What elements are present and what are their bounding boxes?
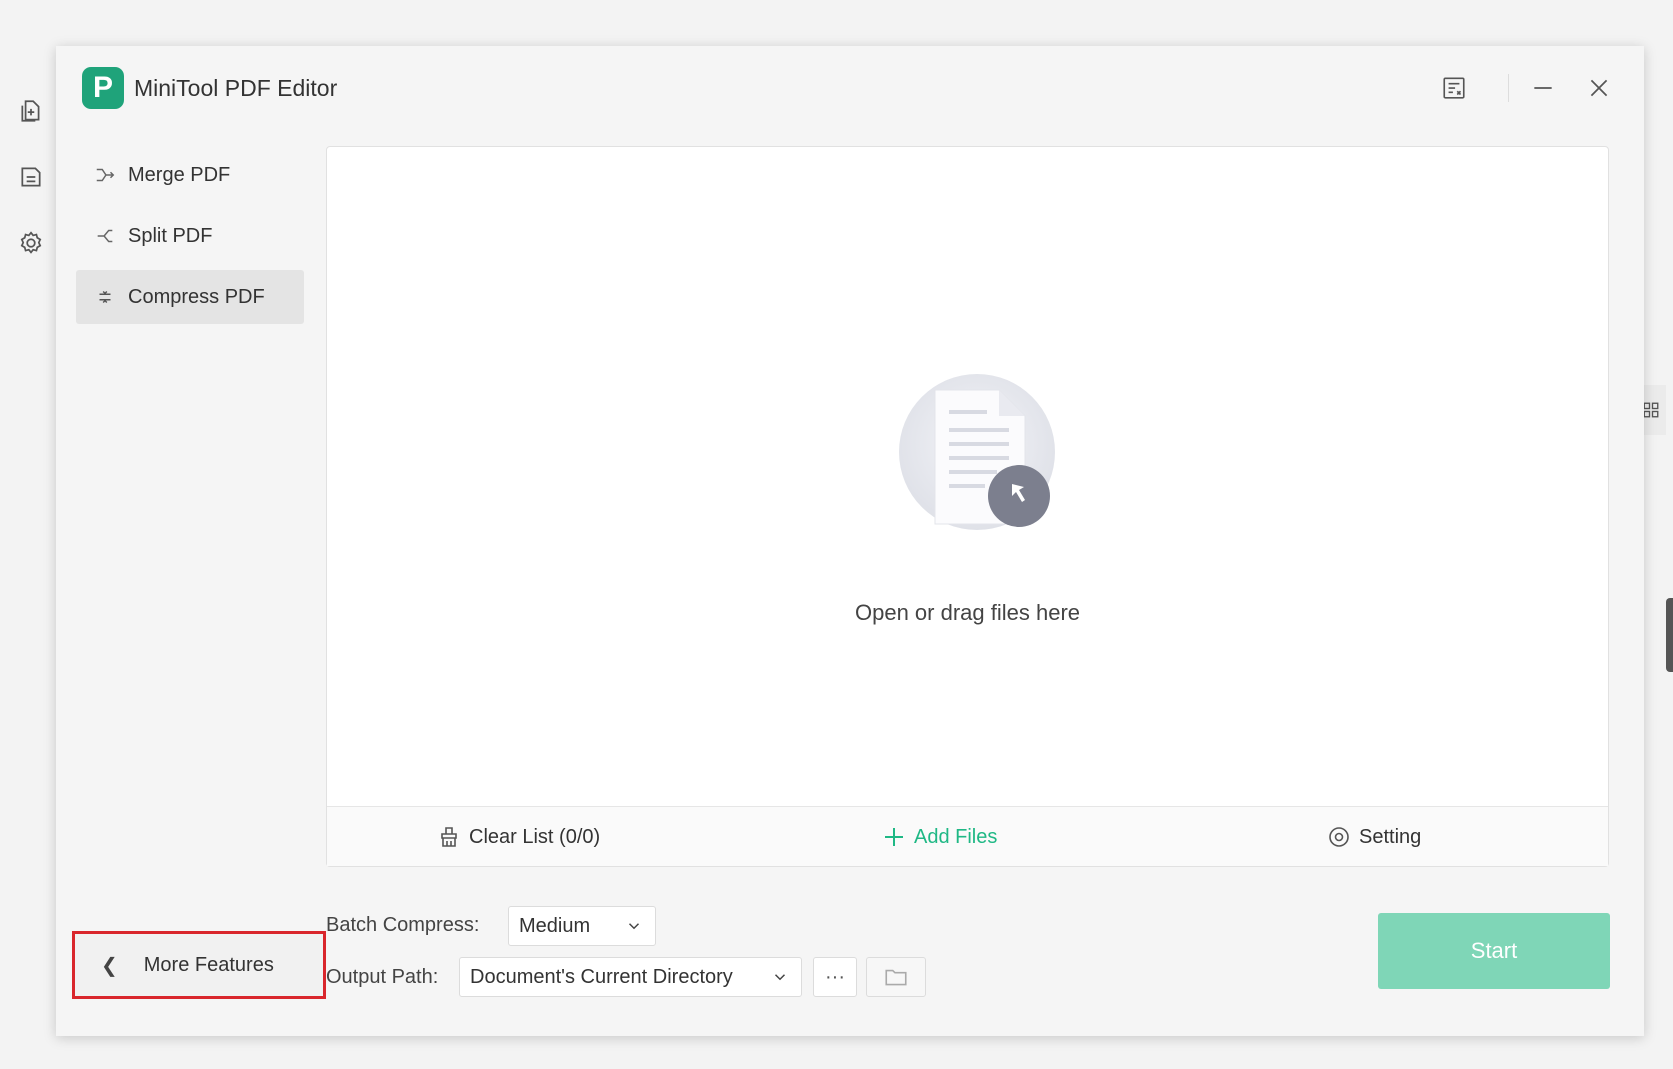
sidebar-item-label: Split PDF (128, 224, 213, 247)
chevron-left-icon: ❮ (101, 954, 118, 977)
drop-hint-text: Open or drag files here (854, 600, 1081, 625)
close-icon[interactable] (1581, 70, 1617, 106)
batch-compress-label: Batch Compress: (326, 914, 480, 936)
sidebar-item-split-pdf[interactable]: Split PDF (76, 209, 304, 263)
output-path-value: Document's Current Directory (470, 965, 733, 988)
compress-icon (92, 284, 118, 310)
batch-compress-select[interactable]: Medium (508, 906, 656, 946)
minimize-icon[interactable] (1525, 70, 1561, 106)
gear-icon (1329, 827, 1349, 847)
split-icon (92, 223, 118, 249)
settings-icon[interactable] (16, 228, 46, 258)
output-path-label: Output Path: (326, 966, 439, 988)
batch-compress-value: Medium (519, 914, 591, 937)
folder-icon[interactable] (16, 162, 46, 192)
chevron-down-icon (774, 974, 786, 981)
drop-zone[interactable]: Open or drag files here Clear List (0/0)… (326, 146, 1609, 867)
more-options-button[interactable]: ··· (813, 957, 857, 997)
ellipsis-icon: ··· (825, 965, 845, 988)
feedback-icon[interactable] (1436, 70, 1472, 106)
clear-list-button[interactable]: Clear List (0/0) (437, 807, 600, 867)
separator (1508, 74, 1509, 102)
compress-pdf-dialog: P MiniTool PDF Editor Merge PDF Split PD… (56, 46, 1644, 1036)
sidebar-item-label: Compress PDF (128, 285, 265, 308)
broom-icon (441, 827, 457, 847)
new-file-icon[interactable] (16, 96, 46, 126)
setting-button[interactable]: Setting (1327, 807, 1421, 867)
panel-toolbar: Clear List (0/0) Add Files Setting (327, 806, 1608, 866)
chevron-down-icon (628, 923, 640, 930)
more-features-button[interactable]: ❮ More Features (72, 931, 326, 999)
browse-folder-button[interactable] (866, 957, 926, 997)
merge-icon (92, 162, 118, 188)
sidebar-item-label: Merge PDF (128, 163, 231, 186)
app-logo: P (82, 67, 124, 109)
clear-list-label: Clear List (0/0) (469, 825, 601, 848)
file-upload-illustration (899, 374, 1055, 530)
add-files-button[interactable]: Add Files (882, 807, 997, 867)
more-features-label: More Features (143, 953, 274, 976)
plus-icon (885, 828, 903, 846)
title-bar: P MiniTool PDF Editor (56, 46, 1644, 130)
app-title: MiniTool PDF Editor (134, 75, 338, 101)
sidebar-item-compress-pdf[interactable]: Compress PDF (76, 270, 304, 324)
output-path-select[interactable]: Document's Current Directory (459, 957, 802, 997)
app-rail (0, 0, 56, 1069)
setting-label: Setting (1359, 825, 1422, 848)
app-logo-letter: P (92, 71, 113, 104)
folder-icon (885, 969, 907, 986)
start-button[interactable]: Start (1378, 913, 1610, 989)
sidebar-item-merge-pdf[interactable]: Merge PDF (76, 148, 304, 202)
scrollbar-thumb[interactable] (1666, 598, 1673, 672)
add-files-label: Add Files (914, 825, 998, 848)
